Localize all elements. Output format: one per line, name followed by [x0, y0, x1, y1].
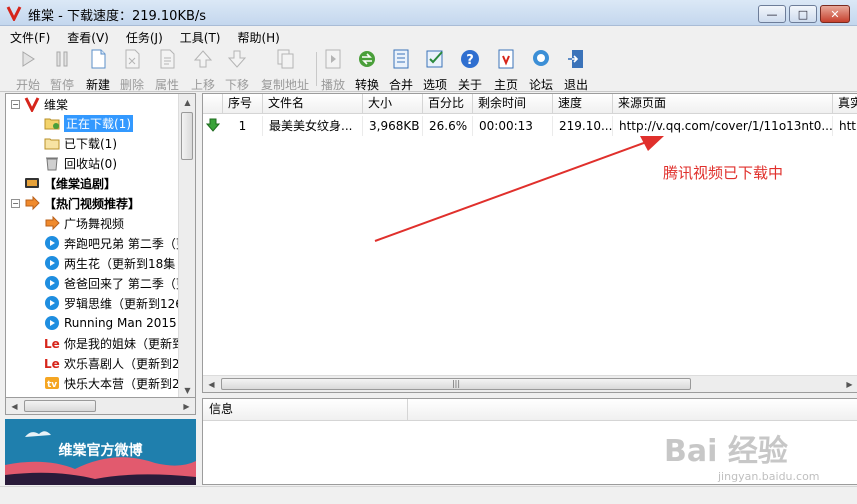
annotation-text: 腾讯视频已下载中: [663, 164, 784, 182]
watermark-logo: Bai 经验: [664, 434, 788, 469]
watermark-url: jingyan.baidu.com: [718, 470, 820, 483]
